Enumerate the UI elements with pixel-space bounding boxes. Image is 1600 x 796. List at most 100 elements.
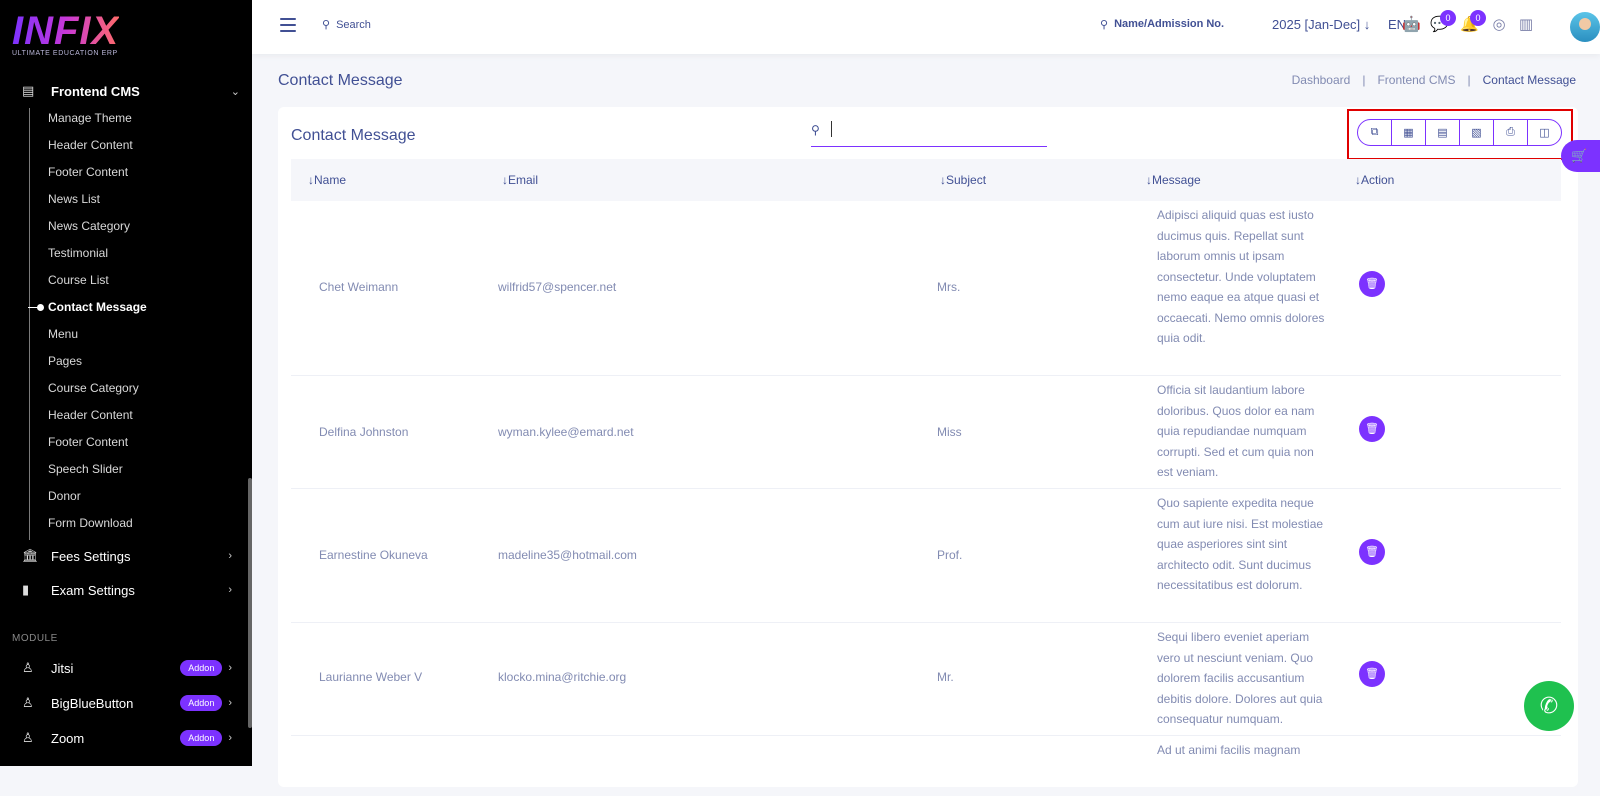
column-header-label: Subject: [946, 173, 987, 187]
robot-icon[interactable]: 🤖: [1402, 16, 1421, 34]
sidebar-item-header-content-2[interactable]: Header Content: [48, 407, 147, 434]
text-caret: [831, 121, 832, 137]
book-icon: ▮: [22, 582, 30, 597]
trash-icon: 🗑: [1365, 668, 1379, 680]
contact-message-card: Contact Message ⚲ ⧉ ▦ ▤ ▧ ⎙ ◫ 🛒 ↓Name ↓E…: [278, 107, 1600, 787]
highlight-box: [1347, 109, 1573, 160]
breadcrumb-dashboard[interactable]: Dashboard: [1292, 73, 1351, 87]
sidebar-item-pages[interactable]: Pages: [48, 353, 147, 380]
search-icon: ⚲: [322, 19, 331, 31]
chat-icon[interactable]: 💬 0: [1430, 10, 1456, 34]
sidebar-item-header-content[interactable]: Header Content: [48, 137, 147, 164]
column-header-label: Email: [508, 173, 539, 187]
module-label: Jitsi: [51, 660, 74, 676]
cell-name: Chet Weimann: [319, 280, 399, 294]
cell-subject: Prof.: [937, 548, 963, 562]
page-title: Contact Message: [278, 72, 403, 89]
column-header-label: Name: [314, 173, 347, 187]
chevron-right-icon: ›: [228, 732, 232, 744]
top-search-label: Search: [336, 18, 371, 31]
cell-email: wilfrid57@spencer.net: [498, 280, 617, 294]
cell-message: Ad ut animi facilis magnam: [1157, 743, 1301, 757]
delete-button[interactable]: 🗑: [1359, 271, 1385, 297]
chevron-down-icon: ⌄: [230, 85, 240, 98]
search-icon: ⚲: [1100, 19, 1109, 31]
sidebar-item-footer-content-2[interactable]: Footer Content: [48, 434, 147, 461]
table-row: Chet Weimann wilfrid57@spencer.net Mrs. …: [291, 201, 1561, 376]
cart-float-button[interactable]: 🛒: [1561, 140, 1600, 172]
year-label: 2025 [Jan-Dec]: [1272, 17, 1361, 32]
column-header-email[interactable]: ↓Email: [502, 173, 538, 187]
fees-settings-label: Fees Settings: [51, 548, 131, 564]
column-header-action[interactable]: ↓Action: [1355, 173, 1394, 187]
sidebar-item-course-category[interactable]: Course Category: [48, 380, 147, 407]
cart-icon: 🛒: [1571, 148, 1588, 163]
name-search-label: Name/Admission No.: [1114, 18, 1225, 30]
logo[interactable]: INFIX ULTIMATE EDUCATION ERP: [12, 10, 119, 57]
sidebar-item-bigbluebutton[interactable]: ♙ BigBlueButton Addon ›: [22, 691, 232, 715]
module-label: Zoom: [51, 730, 85, 746]
bank-icon: 🏛: [22, 548, 39, 563]
sidebar-item-zoom[interactable]: ♙ Zoom Addon ›: [22, 726, 232, 750]
sidebar-item-testimonial[interactable]: Testimonial: [48, 245, 147, 272]
sidebar-item-footer-content[interactable]: Footer Content: [48, 164, 147, 191]
cell-name: Laurianne Weber V: [319, 670, 423, 684]
sidebar-scrollbar[interactable]: [248, 478, 252, 728]
sidebar-item-course-list[interactable]: Course List: [48, 272, 147, 299]
addon-badge: Addon: [180, 695, 223, 711]
trash-icon: 🗑: [1365, 423, 1379, 435]
column-header-label: Action: [1361, 173, 1395, 187]
sidebar-item-exam-settings[interactable]: ▮ Exam Settings ›: [22, 578, 232, 602]
academic-year-select[interactable]: 2025 [Jan-Dec] ↓: [1272, 17, 1370, 32]
delete-button[interactable]: 🗑: [1359, 661, 1385, 687]
sidebar-item-form-download[interactable]: Form Download: [48, 515, 147, 542]
card-title: Contact Message: [291, 127, 416, 144]
topbar: ⚲ Search ⚲ Name/Admission No. 2025 [Jan-…: [252, 0, 1600, 54]
column-header-name[interactable]: ↓Name: [308, 173, 346, 187]
cell-message: Sequi libero eveniet aperiam vero ut nes…: [1157, 630, 1323, 726]
sidebar-item-menu[interactable]: Menu: [48, 326, 147, 353]
chevron-right-icon: ›: [228, 662, 232, 674]
whatsapp-button[interactable]: ✆: [1524, 681, 1574, 731]
cell-email: klocko.mina@ritchie.org: [498, 670, 627, 684]
globe-icon[interactable]: ◎: [1490, 16, 1508, 34]
person-icon: ♙: [22, 730, 34, 745]
column-header-subject[interactable]: ↓Subject: [940, 173, 986, 187]
sidebar-group-label: Frontend CMS: [51, 83, 140, 99]
arrow-down-icon: ↓: [1363, 17, 1371, 32]
sidebar-item-donor[interactable]: Donor: [48, 488, 147, 515]
sidebar-item-fees-settings[interactable]: 🏛 Fees Settings ›: [22, 544, 232, 568]
avatar[interactable]: [1570, 12, 1600, 42]
column-header-label: Message: [1152, 173, 1201, 187]
sidebar-item-speech-slider[interactable]: Speech Slider: [48, 461, 147, 488]
sidebar-item-jitsi[interactable]: ♙ Jitsi Addon ›: [22, 656, 232, 680]
sidebar-item-contact-message[interactable]: Contact Message: [28, 299, 147, 326]
trash-icon: 🗑: [1365, 278, 1379, 290]
stats-icon[interactable]: ▥: [1517, 16, 1535, 34]
delete-button[interactable]: 🗑: [1359, 416, 1385, 442]
name-admission-search[interactable]: ⚲ Name/Admission No.: [1100, 18, 1224, 31]
sidebar-item-manage-theme[interactable]: Manage Theme: [48, 110, 147, 137]
addon-badge: Addon: [180, 660, 223, 676]
module-section-title: MODULE: [12, 633, 58, 644]
cell-subject: Miss: [937, 425, 962, 439]
sidebar-group-frontend-cms[interactable]: ▤ Frontend CMS ⌄: [22, 80, 240, 102]
cell-email: wyman.kylee@emard.net: [498, 425, 634, 439]
breadcrumb-current: Contact Message: [1482, 73, 1576, 87]
hamburger-menu-icon[interactable]: [280, 18, 296, 32]
breadcrumb-separator: |: [1362, 73, 1366, 87]
table-row: Ad ut animi facilis magnam: [291, 736, 1561, 796]
bell-icon[interactable]: 🔔 0: [1460, 10, 1486, 34]
top-search[interactable]: ⚲ Search: [322, 18, 371, 32]
sidebar-item-news-category[interactable]: News Category: [48, 218, 147, 245]
column-header-message[interactable]: ↓Message: [1146, 173, 1201, 187]
sidebar-item-news-list[interactable]: News List: [48, 191, 147, 218]
table-search-input[interactable]: ⚲: [811, 117, 1047, 147]
chevron-right-icon: ›: [228, 697, 232, 709]
cell-message: Adipisci aliquid quas est iusto ducimus …: [1157, 208, 1325, 345]
breadcrumb-frontend-cms[interactable]: Frontend CMS: [1377, 73, 1455, 87]
table-header: ↓Name ↓Email ↓Subject ↓Message ↓Action: [291, 159, 1561, 201]
chevron-right-icon: ›: [228, 584, 232, 596]
cell-email: madeline35@hotmail.com: [498, 548, 637, 562]
delete-button[interactable]: 🗑: [1359, 539, 1385, 565]
